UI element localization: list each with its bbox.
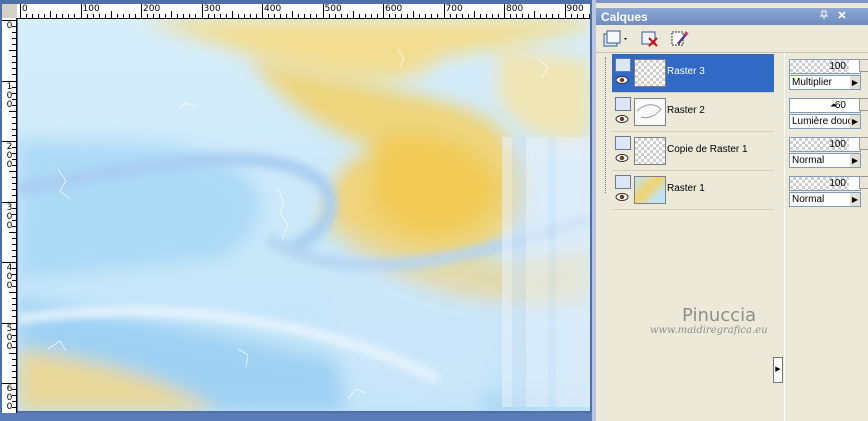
opacity-knob[interactable] bbox=[859, 98, 868, 111]
ruler-label: 800 bbox=[506, 4, 524, 14]
opacity-slider[interactable]: 100 bbox=[789, 59, 861, 74]
layer-name: Raster 3 bbox=[667, 66, 705, 77]
eye-icon[interactable] bbox=[615, 192, 629, 202]
blend-mode-value: Normal bbox=[792, 155, 825, 166]
ruler-label: 900 bbox=[566, 4, 584, 14]
opacity-slider[interactable]: 100 bbox=[789, 137, 861, 152]
dropdown-arrow-icon[interactable]: ▶ bbox=[850, 193, 860, 206]
ruler-label: 100 bbox=[82, 4, 100, 14]
opacity-slider[interactable]: ⏶ 60 bbox=[789, 98, 861, 113]
ruler-label: 0 bbox=[22, 4, 28, 14]
new-layer-icon bbox=[603, 30, 627, 47]
layer-name: Raster 2 bbox=[667, 105, 705, 116]
palette-titlebar: Calques bbox=[596, 8, 868, 25]
layer-prop-raster-1: 100 Normal ▶ bbox=[789, 171, 868, 209]
ruler-label: 200 bbox=[143, 4, 161, 14]
ruler-label: 2 0 0 bbox=[6, 142, 13, 170]
opacity-value: 100 bbox=[829, 61, 846, 72]
layer-group-icon[interactable] bbox=[615, 175, 631, 189]
watermark-name: Pinuccia bbox=[682, 305, 757, 326]
ruler-label: 4 0 0 bbox=[6, 263, 13, 291]
eye-icon[interactable] bbox=[615, 75, 629, 85]
layer-prop-raster-3: 100 Multiplier ▶ bbox=[789, 54, 868, 92]
previous-palette-titlebar bbox=[596, 0, 868, 3]
layer-group-icon[interactable] bbox=[615, 97, 631, 111]
layer-properties-button[interactable] bbox=[670, 29, 690, 49]
image-canvas[interactable] bbox=[18, 19, 590, 411]
eye-icon[interactable] bbox=[615, 114, 629, 124]
image-canvas-pane: 0 100 200 300 400 500 600 700 800 900 0 1 0 0 2 0 0… bbox=[0, 0, 592, 421]
properties-icon bbox=[671, 31, 689, 46]
canvas-bottom-bar bbox=[0, 413, 592, 421]
blend-mode-value: Multiplier bbox=[792, 77, 833, 88]
palette-title: Calques bbox=[601, 10, 648, 24]
dropdown-arrow-icon[interactable]: ▶ bbox=[850, 115, 860, 128]
delete-layer-icon bbox=[641, 31, 658, 47]
vertical-ruler: 0 1 0 0 2 0 0 3 0 0 4 0 0 5 0 0 6 0 0 bbox=[2, 18, 17, 413]
ruler-label: 6 0 0 bbox=[6, 384, 13, 412]
layer-row-raster-2[interactable]: Raster 2 bbox=[612, 93, 774, 132]
delete-layer-button[interactable] bbox=[640, 29, 660, 49]
ruler-label: 1 0 0 bbox=[6, 81, 13, 110]
collapse-handle[interactable]: ▶ bbox=[773, 357, 783, 383]
horizontal-ruler: 0 100 200 300 400 500 600 700 800 900 bbox=[17, 4, 590, 19]
layers-palette: Calques Raster 3 Raster 2 Copie de Raste… bbox=[596, 0, 868, 421]
eye-icon[interactable] bbox=[615, 153, 629, 163]
layer-row-raster-3[interactable]: Raster 3 bbox=[612, 54, 774, 93]
opacity-knob[interactable] bbox=[859, 59, 868, 72]
blend-mode-value: Normal bbox=[792, 194, 825, 205]
blend-mode-select[interactable]: Lumière douce ▶ bbox=[789, 114, 861, 129]
dropdown-arrow-icon[interactable]: ▶ bbox=[850, 154, 860, 167]
ruler-label: 700 bbox=[445, 4, 463, 14]
ruler-label: 400 bbox=[264, 4, 282, 14]
layer-properties-column: 100 Multiplier ▶ ⏶ 60 Lumière douce ▶ 10… bbox=[784, 53, 868, 421]
layer-row-copie-de-raster-1[interactable]: Copie de Raster 1 bbox=[612, 132, 774, 171]
layer-prop-raster-2: ⏶ 60 Lumière douce ▶ bbox=[789, 93, 868, 131]
blend-mode-select[interactable]: Normal ▶ bbox=[789, 153, 861, 168]
layer-thumbnail bbox=[634, 98, 666, 126]
layer-group-icon[interactable] bbox=[615, 136, 631, 150]
layer-name: Raster 1 bbox=[667, 183, 705, 194]
layer-thumbnail bbox=[634, 137, 666, 165]
layer-thumbnail bbox=[634, 59, 666, 87]
opacity-knob[interactable] bbox=[859, 176, 868, 189]
blend-mode-select[interactable]: Normal ▶ bbox=[789, 192, 861, 207]
layers-toolbar bbox=[596, 26, 868, 53]
opacity-value: 100 bbox=[829, 178, 846, 189]
layer-name: Copie de Raster 1 bbox=[667, 144, 748, 155]
opacity-value: 60 bbox=[834, 100, 846, 111]
pin-icon[interactable] bbox=[818, 10, 830, 22]
ruler-label: 5 0 0 bbox=[6, 323, 13, 352]
ruler-label: 0 bbox=[6, 21, 13, 31]
blend-mode-select[interactable]: Multiplier ▶ bbox=[789, 75, 861, 90]
opacity-value: 100 bbox=[829, 139, 846, 150]
layer-group-icon[interactable] bbox=[615, 58, 631, 72]
ruler-label: 500 bbox=[324, 4, 342, 14]
layer-prop-copie-de-raster-1: 100 Normal ▶ bbox=[789, 132, 868, 170]
opacity-slider[interactable]: 100 bbox=[789, 176, 861, 191]
close-icon[interactable] bbox=[836, 10, 848, 22]
blend-mode-value: Lumière douce bbox=[792, 116, 859, 127]
layer-thumbnail bbox=[634, 176, 666, 204]
ruler-label: 300 bbox=[203, 4, 221, 14]
ruler-label: 600 bbox=[385, 4, 403, 14]
new-layer-button[interactable] bbox=[602, 29, 630, 49]
ruler-corner bbox=[2, 4, 17, 18]
opacity-knob[interactable] bbox=[859, 137, 868, 150]
swirl-artwork bbox=[18, 19, 590, 411]
watermark-url: www.maidiregrafica.eu bbox=[650, 325, 768, 336]
dropdown-arrow-icon[interactable]: ▶ bbox=[850, 76, 860, 89]
layer-row-raster-1[interactable]: Raster 1 bbox=[612, 171, 774, 210]
ruler-label: 3 0 0 bbox=[6, 202, 13, 231]
layer-list: Raster 3 Raster 2 Copie de Raster 1 Rast… bbox=[596, 53, 783, 421]
